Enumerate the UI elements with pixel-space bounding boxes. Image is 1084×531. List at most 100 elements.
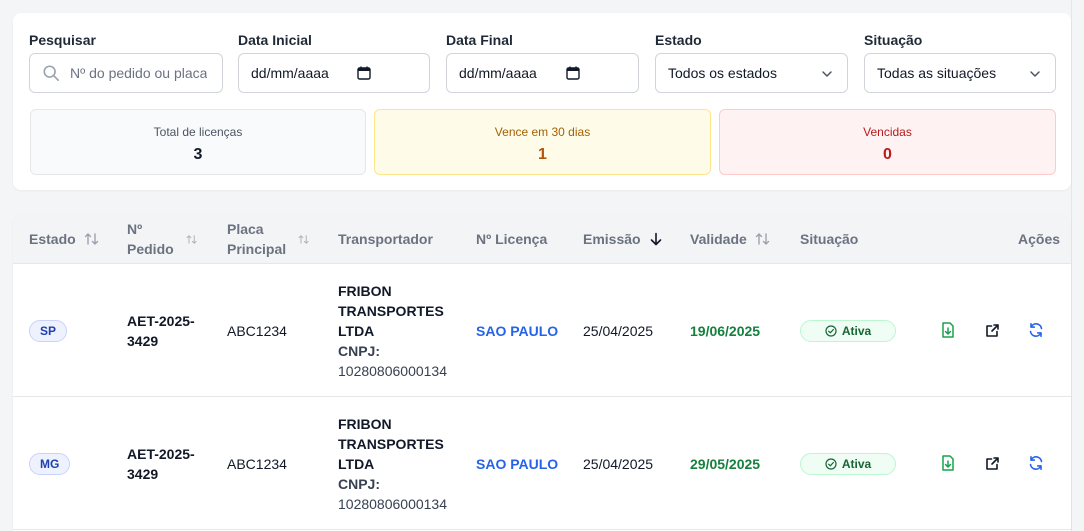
status-badge: Ativa: [800, 319, 896, 342]
column-header-carrier: Transportador: [338, 214, 433, 264]
column-state-label: Estado: [29, 231, 76, 247]
column-plate-label-2: Principal: [227, 241, 287, 257]
start-date-field: Data Inicial dd/mm/aaaa: [238, 31, 430, 93]
license-link[interactable]: SAO PAULO: [476, 397, 558, 530]
start-date-input[interactable]: dd/mm/aaaa: [238, 53, 430, 93]
emission-date: 25/04/2025: [583, 322, 654, 339]
scrollbar-track[interactable]: [1072, 0, 1084, 531]
calendar-icon[interactable]: [357, 66, 371, 80]
calendar-icon[interactable]: [566, 66, 580, 80]
carrier-name-line2: TRANSPORTES: [338, 435, 444, 452]
status-label: Ativa: [841, 323, 872, 338]
chevron-down-icon: [1030, 71, 1040, 77]
table-header: Estado Nº Pedido Placa Principal Transpo…: [13, 214, 1071, 264]
stat-expiring-value: 1: [538, 146, 547, 163]
column-actions-label: Ações: [1018, 231, 1061, 247]
arrow-down-icon[interactable]: [649, 232, 663, 246]
file-download-icon[interactable]: [939, 321, 957, 339]
carrier-name-line3: LTDA: [338, 455, 375, 472]
end-date-value: dd/mm/aaaa: [459, 65, 537, 81]
column-situation-label: Situação: [800, 231, 859, 247]
filter-panel: Pesquisar Nº do pedido ou placa Data Ini…: [13, 13, 1071, 190]
carrier-name-line3: LTDA: [338, 322, 375, 339]
end-date-label: Data Final: [446, 32, 513, 48]
stat-expired-value: 0: [883, 146, 892, 163]
license-link[interactable]: SAO PAULO: [476, 264, 558, 397]
situation-select-value: Todas as situações: [877, 65, 997, 81]
search-field: Pesquisar Nº do pedido ou placa: [29, 31, 223, 93]
cnpj-label: CNPJ:: [338, 342, 381, 359]
status-badge: Ativa: [800, 452, 896, 475]
column-plate-label-1: Placa: [227, 221, 264, 237]
search-input[interactable]: Nº do pedido ou placa: [29, 53, 223, 93]
situation-select[interactable]: Todas as situações: [864, 53, 1056, 93]
column-emission-label: Emissão: [583, 231, 641, 247]
order-number-line2: 3429: [127, 332, 159, 349]
external-link-icon[interactable]: [983, 321, 1001, 339]
file-download-icon[interactable]: [939, 454, 957, 472]
column-order-label-1: Nº: [127, 221, 143, 237]
search-label: Pesquisar: [29, 32, 96, 48]
start-date-label: Data Inicial: [238, 32, 312, 48]
refresh-icon[interactable]: [1027, 454, 1045, 472]
column-header-validity[interactable]: Validade: [690, 214, 771, 264]
cnpj-label: CNPJ:: [338, 475, 381, 492]
state-select[interactable]: Todos os estados: [655, 53, 848, 93]
column-header-plate[interactable]: Placa Principal: [227, 214, 310, 264]
sort-icon[interactable]: [298, 234, 310, 245]
column-header-state[interactable]: Estado: [29, 214, 100, 264]
column-header-license: Nº Licença: [476, 214, 547, 264]
sort-icon[interactable]: [84, 232, 100, 246]
stat-expired: Vencidas 0: [719, 109, 1056, 175]
cnpj-value: 10280806000134: [338, 362, 448, 379]
stat-expiring-30-days: Vence em 30 dias 1: [374, 109, 711, 175]
table-row: MG AET-2025- 3429 ABC1234 FRIBON TRANSPO…: [13, 397, 1071, 530]
cnpj-value: 10280806000134: [338, 495, 448, 512]
column-order-label-2: Pedido: [127, 241, 174, 257]
column-header-situation: Situação: [800, 214, 858, 264]
order-number-line2: 3429: [127, 465, 159, 482]
column-carrier-label: Transportador: [338, 231, 433, 247]
stat-total-licenses: Total de licenças 3: [30, 109, 366, 175]
stat-total-label: Total de licenças: [153, 125, 243, 139]
sort-icon[interactable]: [186, 234, 198, 245]
carrier-name-line2: TRANSPORTES: [338, 302, 444, 319]
carrier-name-line1: FRIBON: [338, 282, 392, 299]
state-badge: MG: [29, 452, 71, 475]
carrier-info: FRIBON TRANSPORTES LTDA CNPJ: 1028080600…: [338, 414, 453, 514]
search-icon: [43, 65, 60, 82]
search-placeholder: Nº do pedido ou placa: [70, 65, 208, 81]
check-circle-icon: [825, 457, 837, 470]
status-label: Ativa: [841, 456, 872, 471]
start-date-value: dd/mm/aaaa: [251, 65, 329, 81]
external-link-icon[interactable]: [983, 454, 1001, 472]
column-header-order[interactable]: Nº Pedido: [127, 214, 198, 264]
licenses-table: Estado Nº Pedido Placa Principal Transpo…: [13, 214, 1071, 531]
state-filter-field: Estado Todos os estados: [655, 31, 848, 93]
emission-date: 25/04/2025: [583, 455, 654, 472]
refresh-icon[interactable]: [1027, 321, 1045, 339]
state-badge: SP: [29, 319, 68, 342]
end-date-input[interactable]: dd/mm/aaaa: [446, 53, 639, 93]
state-select-value: Todos os estados: [668, 65, 777, 81]
carrier-name-line1: FRIBON: [338, 415, 392, 432]
main-plate: ABC1234: [227, 322, 287, 339]
column-header-actions: Ações: [1018, 214, 1060, 264]
end-date-field: Data Final dd/mm/aaaa: [446, 31, 639, 93]
stat-total-value: 3: [193, 146, 203, 163]
situation-filter-field: Situação Todas as situações: [864, 31, 1056, 93]
order-number: AET-2025- 3429: [127, 444, 207, 484]
order-number-line1: AET-2025-: [127, 445, 195, 462]
carrier-info: FRIBON TRANSPORTES LTDA CNPJ: 1028080600…: [338, 281, 453, 381]
validity-date: 29/05/2025: [690, 455, 761, 472]
sort-icon[interactable]: [755, 232, 771, 246]
order-number: AET-2025- 3429: [127, 311, 207, 351]
state-filter-label: Estado: [655, 32, 702, 48]
validity-date: 19/06/2025: [690, 322, 761, 339]
column-header-emission[interactable]: Emissão: [583, 214, 663, 264]
stat-expired-label: Vencidas: [863, 125, 912, 139]
table-row: SP AET-2025- 3429 ABC1234 FRIBON TRANSPO…: [13, 264, 1071, 397]
column-license-label: Nº Licença: [476, 231, 548, 247]
stat-expiring-label: Vence em 30 dias: [494, 125, 591, 139]
column-validity-label: Validade: [690, 231, 747, 247]
